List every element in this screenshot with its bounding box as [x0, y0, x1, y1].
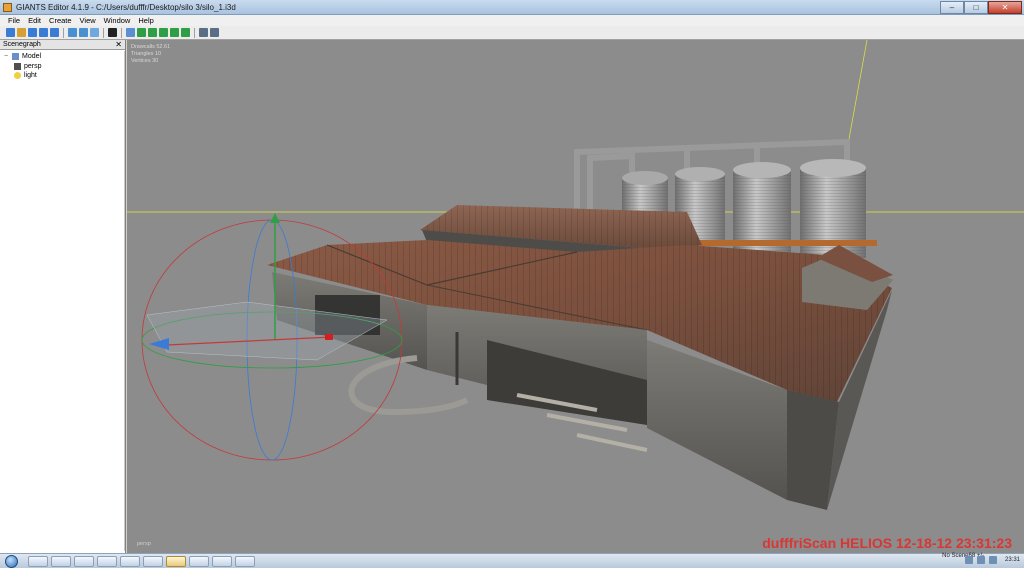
refresh-icon[interactable] — [90, 28, 99, 37]
menu-create[interactable]: Create — [45, 15, 76, 26]
taskbar-app-icon[interactable] — [143, 556, 163, 567]
foliage-icon[interactable] — [159, 28, 168, 37]
taskbar-apps — [28, 556, 255, 567]
redo-icon[interactable] — [79, 28, 88, 37]
3d-viewport[interactable]: Drawcalls 52.61 Triangles 10 Vertices 30… — [127, 40, 1024, 553]
scenegraph-tree: − Model persp light — [0, 50, 125, 81]
taskbar-folder-icon[interactable] — [51, 556, 71, 567]
play-icon[interactable] — [108, 28, 117, 37]
texture-icon[interactable] — [170, 28, 179, 37]
settings-gear-icon[interactable] — [199, 28, 208, 37]
tree-node-model[interactable]: − Model — [4, 52, 125, 62]
taskbar-giants-editor-icon[interactable] — [166, 556, 186, 567]
script-gear-icon[interactable] — [210, 28, 219, 37]
app-icon — [3, 3, 12, 12]
toolbar-separator — [63, 27, 64, 38]
clock[interactable]: 23:31 — [1005, 557, 1020, 563]
tree-node-persp[interactable]: persp — [4, 62, 125, 72]
toolbar-separator — [194, 27, 195, 38]
menu-help[interactable]: Help — [134, 15, 157, 26]
window-title: GIANTS Editor 4.1.9 - C:/Users/dufffr/De… — [16, 3, 236, 12]
stat-triangles: Triangles 10 — [131, 51, 162, 57]
tree-node-label: light — [24, 72, 37, 80]
model-icon — [12, 53, 19, 61]
camera-icon — [14, 62, 21, 70]
minimize-button[interactable]: – — [940, 1, 964, 14]
info-layer-icon[interactable] — [181, 28, 190, 37]
toolbar-separator — [121, 27, 122, 38]
flag-icon[interactable] — [988, 556, 997, 564]
scenegraph-title: Scenegraph — [3, 41, 41, 48]
scenegraph-close-button[interactable]: ✕ — [115, 40, 122, 49]
terrain-icon[interactable] — [137, 28, 146, 37]
scenegraph-panel: Scenegraph ✕ − Model persp light — [0, 40, 126, 553]
light-bulb-icon — [14, 72, 21, 80]
open-folder-icon[interactable] — [17, 28, 26, 37]
stat-drawcalls: Drawcalls 52.61 — [131, 44, 171, 50]
taskbar-app-icon[interactable] — [97, 556, 117, 567]
system-tray: 23:31 — [964, 556, 1020, 564]
caption-buttons: – □ ✕ — [940, 1, 1022, 14]
expand-collapse-icon[interactable]: − — [4, 53, 12, 60]
scene-render — [127, 40, 1024, 510]
stat-vertices: Vertices 30 — [131, 58, 159, 64]
menu-bar: File Edit Create View Window Help — [0, 15, 1024, 26]
toolbar-separator — [103, 27, 104, 38]
title-bar: GIANTS Editor 4.1.9 - C:/Users/dufffr/De… — [0, 0, 1024, 15]
taskbar-browser-icon[interactable] — [28, 556, 48, 567]
close-button[interactable]: ✕ — [988, 1, 1022, 14]
save-as-icon[interactable] — [50, 28, 59, 37]
start-button-icon[interactable] — [5, 555, 18, 568]
paint-icon[interactable] — [148, 28, 157, 37]
toolbar — [0, 26, 1024, 40]
import-icon[interactable] — [28, 28, 37, 37]
new-scene-icon[interactable] — [6, 28, 15, 37]
maximize-button[interactable]: □ — [964, 1, 988, 14]
menu-file[interactable]: File — [4, 15, 24, 26]
panel-scrollbar[interactable] — [124, 51, 125, 551]
volume-icon[interactable] — [976, 556, 985, 564]
scenegraph-header: Scenegraph ✕ — [0, 40, 125, 50]
taskbar: No Scene68 +/- 23:31 — [0, 553, 1024, 568]
menu-window[interactable]: Window — [100, 15, 135, 26]
menu-edit[interactable]: Edit — [24, 15, 45, 26]
taskbar-app-icon[interactable] — [212, 556, 232, 567]
taskbar-app-icon[interactable] — [235, 556, 255, 567]
undo-icon[interactable] — [68, 28, 77, 37]
viewport-stats: Drawcalls 52.61 Triangles 10 Vertices 30 — [131, 44, 170, 65]
network-icon[interactable] — [964, 556, 973, 564]
select-icon[interactable] — [126, 28, 135, 37]
watermark-text: dufffriScan HELIOS 12-18-12 23:31:23 — [762, 535, 1012, 551]
taskbar-media-icon[interactable] — [74, 556, 94, 567]
tree-node-label: Model — [22, 53, 42, 61]
taskbar-app-icon[interactable] — [189, 556, 209, 567]
tree-node-light[interactable]: light — [4, 71, 125, 81]
editor-window: GIANTS Editor 4.1.9 - C:/Users/dufffr/De… — [0, 0, 1024, 568]
menu-view[interactable]: View — [76, 15, 100, 26]
tree-node-label: persp — [24, 62, 42, 70]
camera-label: persp — [137, 541, 151, 547]
taskbar-app-icon[interactable] — [120, 556, 140, 567]
save-icon[interactable] — [39, 28, 48, 37]
